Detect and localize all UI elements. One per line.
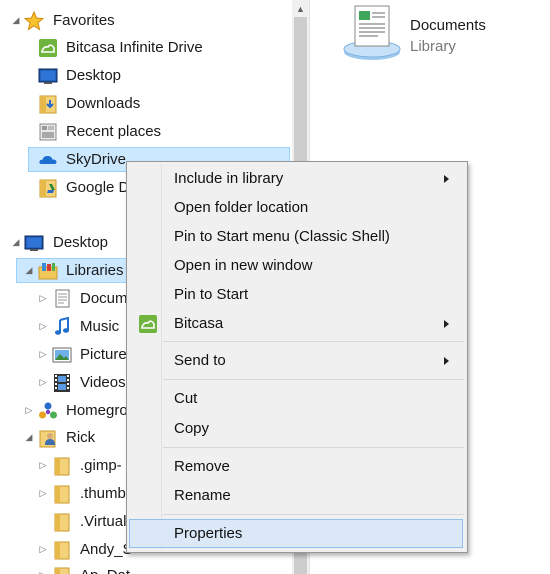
- menu-item-cut[interactable]: Cut: [129, 384, 463, 413]
- nav-label: Ap_Dat: [80, 562, 130, 574]
- nav-label: Docum: [80, 290, 128, 307]
- nav-label: Libraries: [66, 262, 124, 279]
- collapsed-arrow-icon[interactable]: ▷: [24, 405, 34, 416]
- nav-label: Videos: [80, 374, 126, 391]
- nav-label: Desktop: [53, 234, 109, 251]
- menu-item-label: Send to: [174, 352, 226, 369]
- collapsed-arrow-icon[interactable]: ▷: [38, 293, 48, 304]
- collapsed-arrow-icon[interactable]: ▷: [38, 349, 48, 360]
- submenu-arrow-icon: [444, 175, 449, 183]
- menu-item-label: Cut: [174, 390, 198, 407]
- context-menu: Include in library Open folder location …: [126, 161, 468, 553]
- videos-library-icon: [52, 373, 72, 393]
- menu-item-properties[interactable]: Properties: [129, 519, 463, 548]
- nav-label: Picture: [80, 346, 127, 363]
- nav-label: .Virtual: [80, 513, 127, 530]
- collapsed-arrow-icon[interactable]: ▷: [38, 377, 48, 388]
- folder-icon: [52, 540, 72, 560]
- menu-item-remove[interactable]: Remove: [129, 452, 463, 481]
- menu-separator: [163, 341, 464, 342]
- menu-item-label: Open folder location: [174, 199, 309, 216]
- desktop-icon: [38, 66, 58, 86]
- menu-item-pin-to-start[interactable]: Pin to Start: [129, 280, 463, 309]
- downloads-folder-icon: [38, 94, 58, 114]
- menu-item-label: Remove: [174, 458, 230, 475]
- skydrive-icon: [38, 150, 58, 170]
- nav-label: Google D: [66, 179, 130, 196]
- menu-separator: [163, 447, 464, 448]
- nav-label: Desktop: [66, 67, 122, 84]
- pictures-library-icon: [52, 345, 72, 365]
- menu-item-label: Pin to Start: [174, 286, 249, 303]
- nav-item-recent-places[interactable]: Recent places: [0, 118, 292, 145]
- menu-item-label: Properties: [174, 525, 243, 542]
- nav-label: .thumb: [80, 485, 126, 502]
- recent-places-icon: [38, 122, 58, 142]
- menu-item-open-folder-location[interactable]: Open folder location: [129, 193, 463, 222]
- music-library-icon: [52, 316, 72, 337]
- nav-label: Bitcasa Infinite Drive: [66, 39, 203, 56]
- nav-label: Recent places: [66, 123, 162, 140]
- item-name[interactable]: Documents: [410, 17, 486, 34]
- google-drive-folder-icon: [38, 178, 58, 198]
- nav-label: .gimp-: [80, 457, 122, 474]
- menu-item-label: Copy: [174, 420, 210, 437]
- documents-library-tile[interactable]: [338, 2, 408, 64]
- submenu-arrow-icon: [444, 320, 449, 328]
- scroll-up-arrow-icon[interactable]: ▲: [292, 0, 309, 17]
- collapsed-arrow-icon[interactable]: ▷: [38, 460, 48, 471]
- menu-separator: [163, 379, 464, 380]
- menu-item-open-in-new-window[interactable]: Open in new window: [129, 251, 463, 280]
- collapsed-arrow-icon[interactable]: ▷: [38, 570, 48, 574]
- expanded-arrow-icon[interactable]: ◢: [11, 237, 21, 248]
- desktop-icon: [24, 233, 44, 253]
- item-type: Library: [410, 38, 456, 55]
- bitcasa-icon: [137, 313, 159, 335]
- collapsed-arrow-icon[interactable]: ▷: [38, 488, 48, 499]
- collapsed-arrow-icon[interactable]: ▷: [38, 321, 48, 332]
- menu-item-label: Pin to Start menu (Classic Shell): [174, 228, 390, 245]
- menu-item-send-to[interactable]: Send to: [129, 346, 463, 375]
- menu-item-label: Open in new window: [174, 257, 313, 274]
- nav-item-desktop-fav[interactable]: Desktop: [0, 62, 292, 89]
- menu-separator: [163, 514, 464, 515]
- bitcasa-icon: [38, 38, 58, 58]
- nav-label: SkyDrive: [66, 151, 127, 168]
- user-folder-icon: [38, 428, 58, 448]
- menu-item-include-in-library[interactable]: Include in library: [129, 164, 463, 193]
- collapsed-arrow-icon[interactable]: ▷: [38, 544, 48, 555]
- folder-icon: [52, 484, 72, 504]
- nav-label: Andy_S: [80, 541, 133, 558]
- nav-item-downloads[interactable]: Downloads: [0, 90, 292, 117]
- folder-icon: [52, 456, 72, 476]
- nav-label: Music: [80, 318, 120, 335]
- menu-item-pin-to-start-menu[interactable]: Pin to Start menu (Classic Shell): [129, 222, 463, 251]
- documents-library-icon: [52, 289, 72, 309]
- folder-icon: [52, 512, 72, 532]
- menu-item-rename[interactable]: Rename: [129, 481, 463, 510]
- expanded-arrow-icon[interactable]: ◢: [24, 265, 34, 276]
- nav-label: Downloads: [66, 95, 141, 112]
- nav-label: Homegro: [66, 402, 128, 419]
- nav-item-bitcasa[interactable]: Bitcasa Infinite Drive: [0, 34, 292, 61]
- libraries-icon: [38, 261, 58, 281]
- submenu-arrow-icon: [444, 357, 449, 365]
- nav-favorites[interactable]: ◢ Favorites: [0, 7, 292, 34]
- menu-item-label: Bitcasa: [174, 315, 224, 332]
- expanded-arrow-icon[interactable]: ◢: [24, 432, 34, 443]
- menu-item-copy[interactable]: Copy: [129, 414, 463, 443]
- star-icon: [24, 10, 44, 31]
- homegroup-icon: [38, 401, 58, 421]
- nav-label: Rick: [66, 429, 96, 446]
- documents-library-large-icon: [343, 5, 401, 60]
- expanded-arrow-icon[interactable]: ◢: [11, 15, 21, 26]
- menu-item-label: Rename: [174, 487, 231, 504]
- nav-folder-apdat[interactable]: ▷ Ap_Dat: [0, 562, 292, 574]
- menu-item-label: Include in library: [174, 170, 284, 187]
- menu-item-bitcasa[interactable]: Bitcasa: [129, 309, 463, 338]
- folder-icon: [52, 566, 72, 574]
- nav-label: Favorites: [53, 12, 115, 29]
